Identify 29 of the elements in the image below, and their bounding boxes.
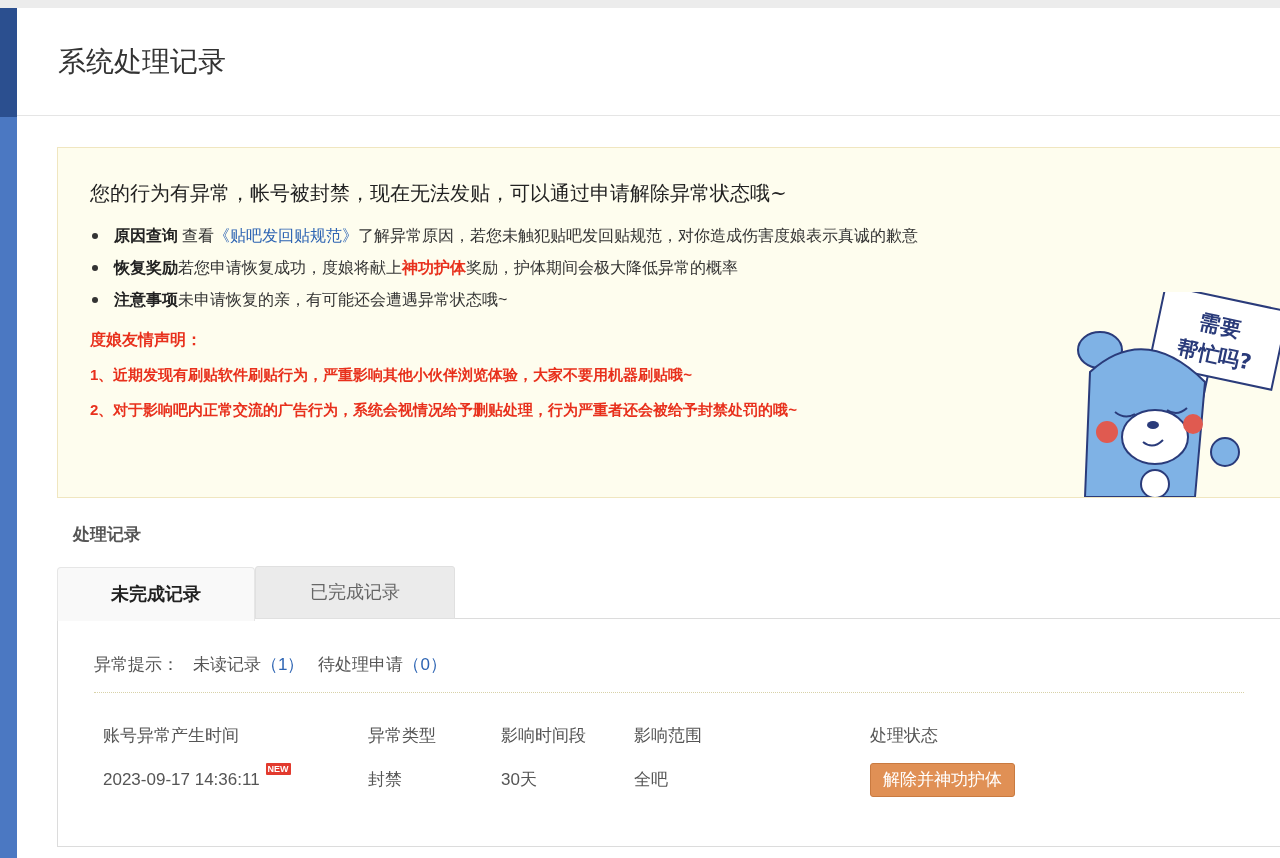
hint-label: 异常提示： [94, 653, 179, 676]
bullet-icon [92, 233, 98, 239]
record-tab[interactable]: 已完成记录 [255, 565, 455, 619]
new-badge: NEW [265, 763, 291, 776]
notice-item: 恢复奖励若您申请恢复成功，度娘将献上神功护体奖励，护体期间会极大降低异常的概率 [114, 258, 738, 278]
table-cell-text: 全吧 [634, 769, 669, 792]
rules-link[interactable]: 《贴吧发回贴规范》 [214, 227, 359, 244]
notice-headline: 您的行为有异常，帐号被封禁，现在无法发贴，可以通过申请解除异常状态哦~ [90, 180, 788, 207]
column-header: 处理状态 [870, 725, 939, 747]
column-header: 影响时间段 [501, 725, 587, 747]
table-cell-text: 封禁 [368, 769, 403, 792]
bullet-icon [92, 265, 98, 271]
column-header: 影响范围 [634, 725, 703, 747]
page-title: 系统处理记录 [58, 43, 226, 80]
notice-item: 原因查询 查看《贴吧发回贴规范》了解异常原因，若您未触犯贴吧发回贴规范，对你造成伤害度娘表示真诚的歉意 [114, 226, 919, 246]
statement-text: 2、对于影响吧内正常交流的广告行为，系统会视情况给予删贴处理，行为严重者还会被给予封禁处罚的哦~ [90, 399, 798, 420]
record-tab[interactable]: 未完成记录 [57, 566, 255, 621]
counter-link[interactable]: 未读记录（1） [193, 651, 305, 677]
column-header: 账号异常产生时间 [103, 725, 240, 747]
section-title: 处理记录 [73, 524, 142, 546]
column-header: 异常类型 [368, 725, 437, 747]
bullet-icon [92, 297, 98, 303]
bear-mascot-drawing: 需要 帮忙吗? [1055, 292, 1280, 497]
table-cell-text: 2023-09-17 14:36:11 [103, 769, 260, 792]
counter-link[interactable]: 待处理申请（0） [318, 651, 447, 677]
statement-title: 度娘友情声明： [90, 330, 202, 350]
notice-item: 注意事项未申请恢复的亲，有可能还会遭遇异常状态哦~ [114, 290, 508, 310]
table-cell-text: 30天 [501, 769, 538, 792]
statement-text: 1、近期发现有刷贴软件刷贴行为，严重影响其他小伙伴浏览体验，大家不要用机器刷贴哦~ [90, 365, 693, 385]
